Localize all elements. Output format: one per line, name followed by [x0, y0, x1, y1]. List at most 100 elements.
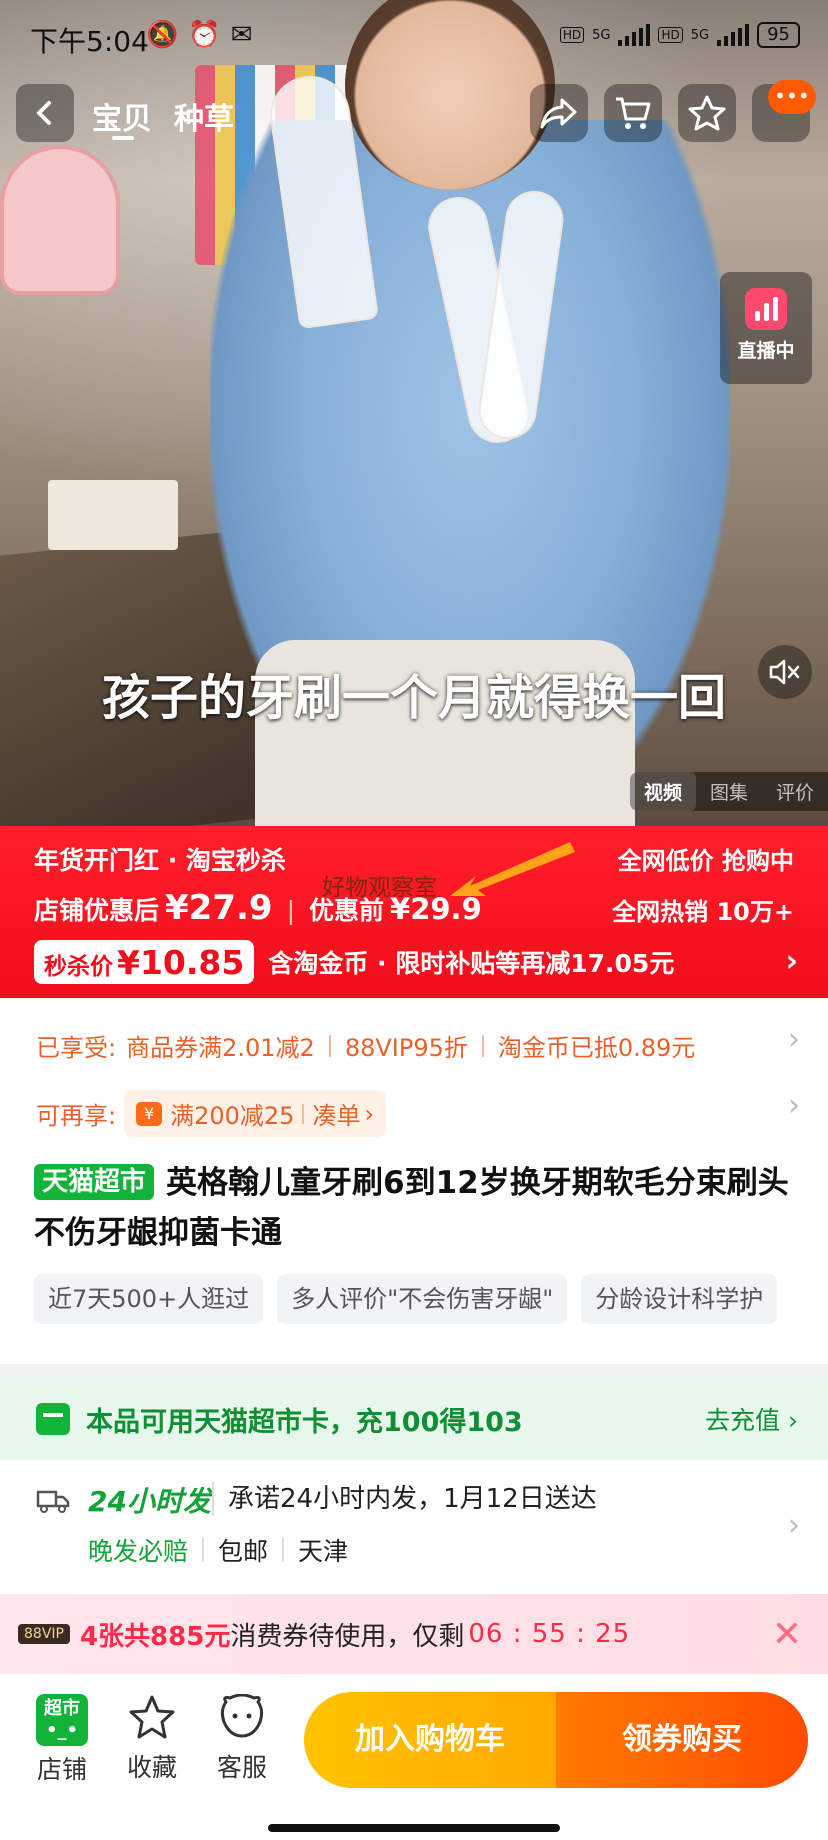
home-indicator	[268, 1824, 560, 1832]
vip-coupon-banner[interactable]: 88VIP 4张共885元消费券待使用，仅剩 06 : 55 : 25 ✕	[0, 1594, 828, 1674]
flash-sale-banner[interactable]: 年货开门红 · 淘宝秒杀 店铺优惠后 ¥27.9 | 优惠前 ¥29.9 好物观…	[0, 826, 828, 998]
flash-price: ¥10.85	[117, 943, 245, 982]
free-shipping: 包邮	[218, 1537, 269, 1566]
card-icon	[36, 1403, 70, 1435]
recharge-label: 去充值	[705, 1406, 781, 1435]
vip-count: 4张共885元	[79, 1621, 231, 1652]
chevron-right-icon: ›	[788, 1022, 800, 1057]
more-icon: •••	[768, 80, 816, 114]
buy-now-button[interactable]: 领券购买	[556, 1692, 808, 1788]
enjoyed-discounts[interactable]: 已享受: 商品券满2.01减2 88VIP95折 淘金币已抵0.89元	[36, 1028, 695, 1063]
signal-icon	[618, 24, 651, 46]
media-tab-gallery[interactable]: 图集	[696, 772, 762, 811]
video-subtitle: 孩子的牙刷一个月就得换一回	[101, 670, 726, 726]
share-button[interactable]	[530, 84, 588, 142]
divider	[282, 1538, 285, 1562]
customer-service-icon	[220, 1693, 264, 1738]
customer-service-label: 客服	[216, 1753, 267, 1782]
favorite-label: 收藏	[126, 1753, 177, 1782]
flash-price-label: 秒杀价	[44, 954, 113, 980]
share-icon	[540, 98, 577, 129]
flash-note: 含淘金币 · 限时补贴等再减17.05元	[268, 949, 675, 978]
tab-product[interactable]: 宝贝	[92, 94, 152, 140]
tag-chip[interactable]: 近7天500+人逛过	[34, 1274, 264, 1324]
watermark-text: 好物观察室	[322, 875, 437, 901]
divider	[202, 1538, 205, 1562]
star-icon	[129, 1695, 175, 1739]
coupon-icon: ¥	[136, 1101, 163, 1126]
customer-service-button[interactable]: 客服	[202, 1693, 282, 1784]
coupon-chip[interactable]: ¥ 满200减25 凑单 ›	[124, 1090, 387, 1137]
divider: |	[286, 896, 295, 925]
signal-icon	[717, 24, 750, 46]
promo-right-line1: 全网低价 抢购中	[617, 847, 794, 875]
enjoyed-label: 已享受:	[36, 1034, 117, 1062]
video-prop-mushroom	[0, 145, 120, 295]
tab-recommend[interactable]: 种草	[174, 94, 234, 138]
fast-ship-badge: 24小时发	[88, 1485, 211, 1518]
promo-title: 年货开门红 · 淘宝秒杀	[34, 846, 286, 875]
ship-details: 晚发必赔 包邮 天津	[88, 1532, 348, 1568]
close-icon[interactable]: ✕	[772, 1614, 802, 1655]
media-tab-video[interactable]: 视频	[629, 772, 696, 811]
battery-icon: 95	[757, 22, 800, 48]
shop-discount-price: ¥27.9	[165, 888, 273, 928]
add-to-cart-button[interactable]: 加入购物车	[304, 1692, 556, 1788]
product-info: 已享受: 商品券满2.01减2 88VIP95折 淘金币已抵0.89元 › 可再…	[0, 998, 828, 1364]
vip-suffix: 消费券待使用，仅剩	[230, 1621, 465, 1652]
more-button[interactable]: •••	[752, 80, 816, 142]
enjoyed-item: 商品券满2.01减2	[126, 1034, 315, 1062]
status-notification-icons: 🔕⏰✉	[146, 20, 263, 50]
more-discounts[interactable]: 可再享: ¥ 满200减25 凑单 ›	[36, 1090, 387, 1137]
divider	[302, 1103, 305, 1124]
chevron-right-icon: ›	[788, 1088, 800, 1123]
cart-icon	[616, 97, 651, 129]
divider	[328, 1034, 331, 1057]
tmall-card-row[interactable]: 本品可用天猫超市卡，充100得103 去充值 ›	[0, 1378, 828, 1460]
coupon-text: 满200减25	[170, 1102, 295, 1130]
recharge-link[interactable]: 去充值 ›	[705, 1401, 798, 1437]
enjoyed-item: 88VIP95折	[344, 1034, 468, 1062]
hd-icon: HD	[559, 27, 585, 43]
shop-button[interactable]: 超市 •_• 店铺	[22, 1694, 102, 1786]
late-compensation: 晚发必赔	[88, 1537, 189, 1566]
product-video[interactable]: 下午5:04 🔕⏰✉ HD 5G HD 5G 95 宝贝 种草 ••• 直播中	[0, 0, 828, 826]
back-button[interactable]	[16, 84, 74, 142]
chevron-left-icon	[37, 101, 51, 125]
live-chart-icon	[745, 288, 787, 330]
flash-price-badge: 秒杀价 ¥10.85	[34, 940, 255, 984]
cart-button[interactable]	[604, 84, 662, 142]
top-tabs: 宝贝 种草	[92, 94, 234, 140]
product-title: 天猫超市 英格翰儿童牙刷6到12岁换牙期软毛分束刷头不伤牙龈抑菌卡通	[34, 1158, 804, 1258]
shop-logo-icon: 超市 •_•	[36, 1694, 88, 1746]
status-right: HD 5G HD 5G 95	[559, 22, 800, 48]
tag-chip[interactable]: 多人评价"不会伤害牙龈"	[277, 1274, 568, 1324]
live-entry[interactable]: 直播中	[720, 272, 812, 384]
more-label: 可再享:	[36, 1102, 117, 1130]
card-text: 本品可用天猫超市卡，充100得103	[86, 1406, 523, 1438]
star-icon	[688, 95, 726, 131]
shop-logo-text: 超市	[44, 1698, 80, 1719]
section-divider	[0, 1364, 828, 1378]
vip-badge: 88VIP	[18, 1624, 70, 1644]
network-label: 5G	[690, 27, 710, 43]
shipping-row[interactable]: 24小时发 承诺24小时内发，1月12日送达 晚发必赔 包邮 天津 ›	[0, 1460, 828, 1600]
ship-origin: 天津	[298, 1537, 349, 1566]
promo-right-line2: 全网热销 10万+	[612, 898, 794, 926]
divider	[481, 1034, 484, 1057]
coupon-action: 凑单	[312, 1102, 361, 1130]
tag-chip[interactable]: 分龄设计科学护	[581, 1274, 778, 1324]
shop-label: 店铺	[36, 1755, 87, 1784]
chevron-right-icon: ›	[788, 1508, 800, 1543]
hd-icon: HD	[658, 27, 683, 43]
product-tags: 近7天500+人逛过 多人评价"不会伤害牙龈" 分龄设计科学护	[34, 1274, 828, 1324]
media-tab-reviews[interactable]: 评价	[762, 772, 828, 811]
vip-text: 4张共885元消费券待使用，仅剩	[80, 1616, 464, 1653]
favorite-bottom-button[interactable]: 收藏	[112, 1694, 192, 1784]
enjoyed-item: 淘金币已抵0.89元	[497, 1034, 696, 1062]
favorite-button[interactable]	[678, 84, 736, 142]
chevron-right-icon: ›	[785, 944, 798, 979]
network-label: 5G	[592, 27, 611, 43]
live-label: 直播中	[737, 340, 795, 362]
chevron-right-icon: ›	[364, 1099, 375, 1128]
